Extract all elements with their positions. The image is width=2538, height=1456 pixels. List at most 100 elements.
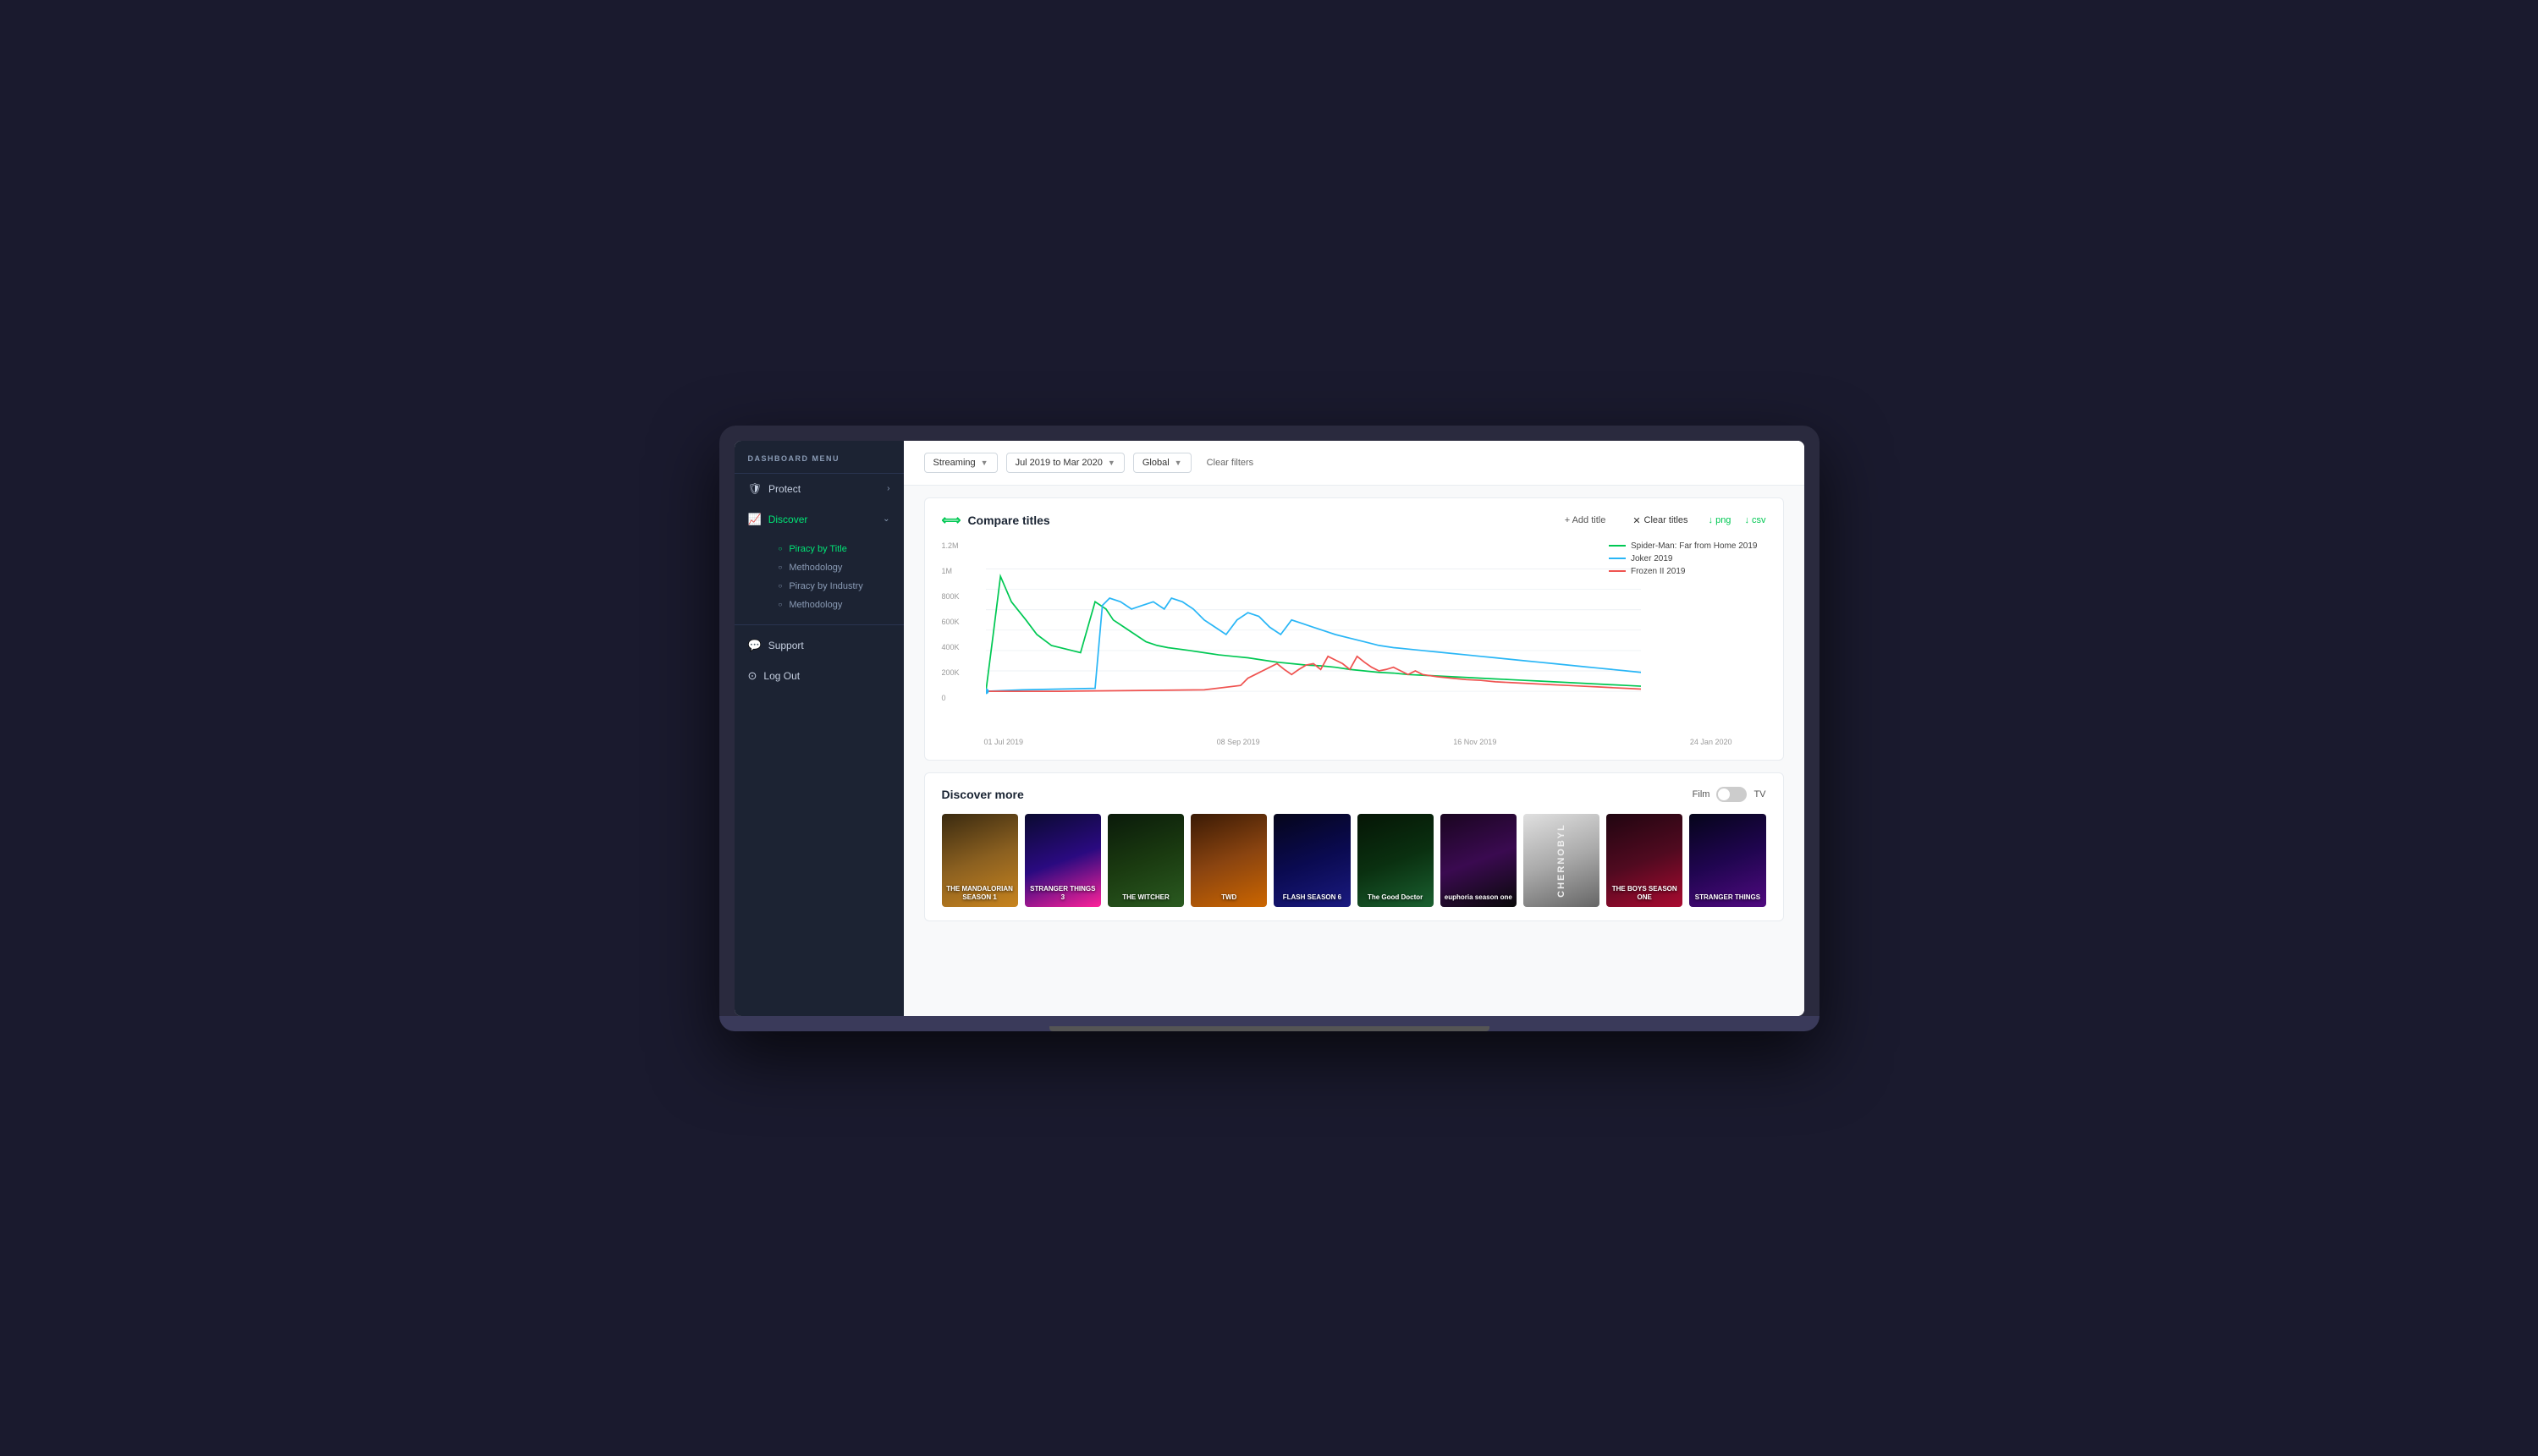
add-title-button[interactable]: + Add title [1558,512,1613,529]
poster-the-witcher[interactable]: THE WITCHER [1108,814,1184,907]
region-filter[interactable]: Global ▼ [1133,453,1192,473]
poster-label: TWD [1191,814,1267,907]
sidebar-item-piracy-by-title[interactable]: Piracy by Title [765,540,904,558]
legend-line [1609,558,1626,559]
poster-label: THE BOYS SEASON ONE [1606,814,1682,907]
chevron-right-icon: › [887,484,889,493]
y-label: 800K [942,592,960,601]
sidebar-header: DASHBOARD MENU [735,441,904,474]
y-label: 0 [942,694,960,702]
sub-item-label: Methodology [789,563,842,573]
poster-label: STRANGER THINGS 3 [1025,814,1101,907]
sidebar-item-piracy-by-industry[interactable]: Piracy by Industry [765,577,904,596]
compare-titles-label: Compare titles [967,514,1049,527]
compare-titles-section: ⟺ Compare titles + Add title ✕ Clear tit… [924,497,1784,761]
chart-y-labels: 1.2M 1M 800K 600K 400K 200K 0 [942,541,960,711]
legend-line [1609,570,1626,572]
sidebar-item-methodology-2[interactable]: Methodology [765,596,904,614]
date-range-filter[interactable]: Jul 2019 to Mar 2020 ▼ [1006,453,1125,473]
poster-euphoria[interactable]: euphoria season one [1440,814,1517,907]
poster-label: The Good Doctor [1357,814,1434,907]
compare-icon: ⟺ [942,512,961,529]
sidebar-item-logout[interactable]: ⊙ Log Out [735,661,904,691]
sub-item-label: Methodology [789,600,842,610]
sidebar-item-label: Log Out [763,670,800,682]
caret-icon: ▼ [1108,459,1115,467]
poster-the-flash[interactable]: FLASH SEASON 6 [1274,814,1350,907]
sidebar-item-methodology-1[interactable]: Methodology [765,558,904,577]
legend-label: Joker 2019 [1631,554,1672,563]
close-icon: ✕ [1632,515,1640,526]
poster-label: STRANGER THINGS [1689,814,1765,907]
png-export-button[interactable]: ↓ png [1709,515,1731,525]
chernobyl-label: CHERNOBYL [1556,823,1566,898]
region-filter-label: Global [1142,458,1170,468]
y-label: 400K [942,643,960,651]
poster-walking-dead[interactable]: TWD [1191,814,1267,907]
poster-label: THE MANDALORIAN SEASON 1 [942,814,1018,907]
clear-titles-label: Clear titles [1644,515,1688,525]
film-label: Film [1693,789,1710,799]
y-label: 600K [942,618,960,626]
x-label: 24 Jan 2020 [1690,738,1732,746]
protect-icon: 🛡 [748,482,763,496]
poster-good-doctor[interactable]: The Good Doctor [1357,814,1434,907]
csv-export-button[interactable]: ↓ csv [1744,515,1765,525]
poster-label: THE WITCHER [1108,814,1184,907]
laptop-bottom [719,1016,1820,1031]
discover-submenu: Piracy by Title Methodology Piracy by In… [735,535,904,619]
poster-stranger-things-3[interactable]: STRANGER THINGS 3 [1025,814,1101,907]
sub-item-label: Piracy by Title [789,544,846,554]
streaming-filter[interactable]: Streaming ▼ [924,453,998,473]
compare-titles-title: ⟺ Compare titles [942,512,1050,529]
clear-filters-button[interactable]: Clear filters [1200,453,1261,472]
discover-more-title: Discover more [942,788,1024,801]
poster-label: FLASH SEASON 6 [1274,814,1350,907]
compare-titles-header: ⟺ Compare titles + Add title ✕ Clear tit… [942,512,1766,530]
posters-grid: THE MANDALORIAN SEASON 1 STRANGER THINGS… [942,814,1766,907]
poster-the-boys[interactable]: THE BOYS SEASON ONE [1606,814,1682,907]
chart-x-labels: 01 Jul 2019 08 Sep 2019 16 Nov 2019 24 J… [942,738,1766,746]
film-tv-toggle[interactable] [1716,787,1747,802]
poster-mandalorian[interactable]: THE MANDALORIAN SEASON 1 [942,814,1018,907]
sidebar-divider [735,624,904,625]
date-range-filter-label: Jul 2019 to Mar 2020 [1016,458,1103,468]
sub-item-label: Piracy by Industry [789,581,862,591]
sidebar-item-protect[interactable]: 🛡 Protect › [735,474,904,504]
caret-icon: ▼ [1175,459,1182,467]
streaming-filter-label: Streaming [933,458,976,468]
poster-label: euphoria season one [1440,814,1517,907]
compare-titles-actions: + Add title ✕ Clear titles ↓ png ↓ csv [1558,512,1766,530]
y-label: 1M [942,567,960,575]
discover-more-header: Discover more Film TV [942,787,1766,802]
legend-item-spiderman: Spider-Man: Far from Home 2019 [1609,541,1758,551]
discover-icon: 📈 [748,513,762,526]
legend-item-frozen: Frozen II 2019 [1609,567,1758,576]
poster-chernobyl[interactable]: CHERNOBYL [1523,814,1599,907]
filters-bar: Streaming ▼ Jul 2019 to Mar 2020 ▼ Globa… [904,441,1804,486]
legend-item-joker: Joker 2019 [1609,554,1758,563]
poster-stranger-things[interactable]: STRANGER THINGS [1689,814,1765,907]
x-label: 08 Sep 2019 [1217,738,1260,746]
legend-label: Spider-Man: Far from Home 2019 [1631,541,1758,551]
chart-legend: Spider-Man: Far from Home 2019 Joker 201… [1609,541,1758,576]
laptop-frame: DASHBOARD MENU 🛡 Protect › 📈 Discover ⌄ … [719,426,1820,1031]
tv-label: TV [1753,789,1765,799]
chevron-down-icon: ⌄ [883,514,889,524]
sidebar-item-label: Protect [768,483,801,495]
chart-svg [986,541,1641,728]
sidebar-item-label: Support [768,640,804,651]
sidebar-item-support[interactable]: 💬 Support [735,630,904,661]
chart-container: 1.2M 1M 800K 600K 400K 200K 0 [942,541,1766,736]
y-label: 200K [942,668,960,677]
logout-icon: ⊙ [748,669,757,683]
sidebar-item-discover[interactable]: 📈 Discover ⌄ [735,504,904,535]
sidebar-item-label: Discover [768,514,808,525]
legend-line [1609,545,1626,547]
clear-titles-button[interactable]: ✕ Clear titles [1626,512,1694,530]
main-content: Streaming ▼ Jul 2019 to Mar 2020 ▼ Globa… [904,441,1804,1016]
support-icon: 💬 [748,639,762,652]
discover-more-section: Discover more Film TV THE MANDALORIAN SE… [924,772,1784,921]
caret-icon: ▼ [981,459,988,467]
legend-label: Frozen II 2019 [1631,567,1685,576]
